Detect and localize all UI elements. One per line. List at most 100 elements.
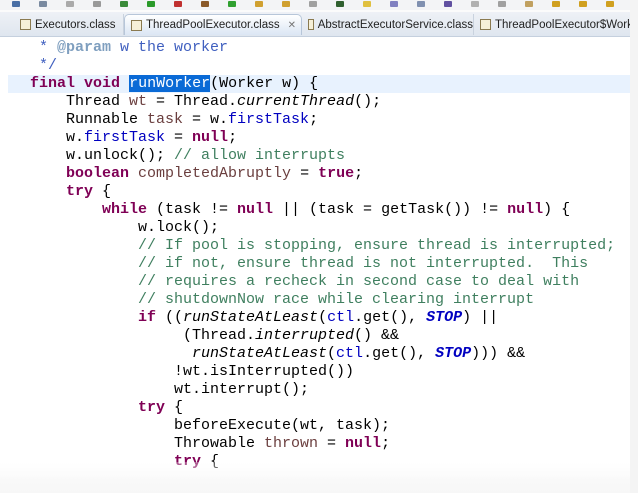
toolbar-button[interactable] xyxy=(417,1,425,7)
code-token: firstTask xyxy=(84,129,166,146)
toolbar-button[interactable] xyxy=(471,1,479,7)
code-line[interactable]: boolean completedAbruptly = true; xyxy=(66,165,363,183)
code-token: w.unlock(); xyxy=(66,147,175,164)
toolbar-button[interactable] xyxy=(552,1,560,7)
code-token: STOP xyxy=(435,345,472,362)
code-line[interactable]: * @param w the worker xyxy=(30,39,228,57)
code-token: // requires a recheck in second case to … xyxy=(138,273,580,290)
editor-tab-bar: Executors.class ThreadPoolExecutor.class ✕… xyxy=(0,12,634,37)
code-token: // shutdownNow race while clearing inter… xyxy=(138,291,535,308)
toolbar-button[interactable] xyxy=(12,1,20,7)
toolbar-button[interactable] xyxy=(579,1,587,7)
toolbar-button[interactable] xyxy=(309,1,317,7)
code-token: = xyxy=(291,165,319,182)
code-line[interactable]: try { xyxy=(138,399,183,417)
code-line[interactable]: beforeExecute(wt, task); xyxy=(174,417,390,435)
code-token: completedAbruptly xyxy=(138,165,292,182)
toolbar-button[interactable] xyxy=(390,1,398,7)
toolbar-button[interactable] xyxy=(363,1,371,7)
code-token: */ xyxy=(30,57,58,74)
code-token: { xyxy=(165,399,184,416)
code-line[interactable]: (Thread.interrupted() && xyxy=(183,327,399,345)
code-token: ; xyxy=(354,165,364,182)
code-line[interactable]: runStateAtLeast(ctl.get(), STOP))) && xyxy=(192,345,525,363)
code-token: Thread xyxy=(66,93,130,110)
code-token: true xyxy=(318,165,355,182)
code-token: Throwable xyxy=(174,435,265,452)
code-line[interactable]: !wt.isInterrupted()) xyxy=(174,363,354,381)
tab-label: ThreadPoolExecutor$Work xyxy=(495,18,633,31)
code-token: ctl xyxy=(327,309,355,326)
toolbar-button[interactable] xyxy=(228,1,236,7)
code-token: (Worker w) { xyxy=(210,75,319,92)
code-token: .get(), xyxy=(354,309,427,326)
toolbar-button[interactable] xyxy=(39,1,47,7)
code-line[interactable]: */ xyxy=(30,57,57,75)
code-token: () && xyxy=(354,327,400,344)
tab-1[interactable]: ThreadPoolExecutor.class ✕ xyxy=(124,14,302,35)
code-token: ) || xyxy=(462,309,499,326)
toolbar-button[interactable] xyxy=(606,1,614,7)
toolbar-button[interactable] xyxy=(444,1,452,7)
code-token: void xyxy=(84,75,121,92)
code-token: if xyxy=(138,309,157,326)
code-line[interactable]: if ((runStateAtLeast(ctl.get(), STOP) || xyxy=(138,309,498,327)
code-token: try xyxy=(138,399,166,416)
code-line[interactable]: final void runWorker(Worker w) { xyxy=(30,75,318,93)
code-editor[interactable]: * @param w the worker */final void runWo… xyxy=(0,37,630,477)
code-token: (task != xyxy=(147,201,238,218)
code-token: wt xyxy=(129,93,148,110)
toolbar-button[interactable] xyxy=(174,1,182,7)
toolbar-button[interactable] xyxy=(255,1,263,7)
tab-3[interactable]: ThreadPoolExecutor$Work xyxy=(474,14,634,35)
code-line[interactable]: // shutdownNow race while clearing inter… xyxy=(138,291,534,309)
code-token: || (task = getTask()) != xyxy=(273,201,508,218)
code-token: w.lock(); xyxy=(138,219,220,236)
code-line[interactable]: Runnable task = w.firstTask; xyxy=(66,111,318,129)
code-token: beforeExecute(wt, task); xyxy=(174,417,391,434)
code-line[interactable]: try { xyxy=(66,183,111,201)
code-line[interactable]: // if not, ensure thread is not interrup… xyxy=(138,255,588,273)
code-line[interactable]: // If pool is stopping, ensure thread is… xyxy=(138,237,615,255)
code-token: null xyxy=(507,201,544,218)
toolbar-button[interactable] xyxy=(93,1,101,7)
code-token: ; xyxy=(309,111,319,128)
code-token: .get(), xyxy=(363,345,436,362)
code-line[interactable]: while (task != null || (task = getTask()… xyxy=(102,201,570,219)
code-token: firstTask xyxy=(228,111,310,128)
toolbar-button[interactable] xyxy=(525,1,533,7)
code-line[interactable]: w.unlock(); // allow interrupts xyxy=(66,147,345,165)
toolbar-button[interactable] xyxy=(120,1,128,7)
toolbar-button[interactable] xyxy=(66,1,74,7)
code-line[interactable]: wt.interrupt(); xyxy=(174,381,309,399)
code-token: (); xyxy=(354,93,382,110)
class-file-icon xyxy=(480,19,491,30)
code-token: = xyxy=(318,435,346,452)
tab-0[interactable]: Executors.class xyxy=(14,14,124,35)
code-token: // allow interrupts xyxy=(174,147,346,164)
toolbar-button[interactable] xyxy=(201,1,209,7)
close-tab-icon[interactable]: ✕ xyxy=(288,20,296,31)
code-token: (Thread. xyxy=(183,327,256,344)
class-file-icon xyxy=(20,19,31,30)
code-line[interactable]: // requires a recheck in second case to … xyxy=(138,273,579,291)
code-token: = xyxy=(165,129,193,146)
code-line[interactable]: w.lock(); xyxy=(138,219,219,237)
code-token: currentThread xyxy=(237,93,355,110)
code-token: ( xyxy=(318,309,328,326)
code-token: { xyxy=(93,183,112,200)
toolbar-button[interactable] xyxy=(147,1,155,7)
tab-2[interactable]: AbstractExecutorService.class xyxy=(302,14,474,35)
window-edge xyxy=(630,0,638,493)
code-line[interactable]: Thread wt = Thread.currentThread(); xyxy=(66,93,381,111)
toolbar-button[interactable] xyxy=(282,1,290,7)
code-line[interactable]: w.firstTask = null; xyxy=(66,129,237,147)
code-line[interactable]: Throwable thrown = null; xyxy=(174,435,390,453)
toolbar-button[interactable] xyxy=(498,1,506,7)
code-token: null xyxy=(237,201,274,218)
selected-text: runWorker xyxy=(129,75,211,92)
code-token: // if not, ensure thread is not interrup… xyxy=(138,255,589,272)
bottom-fade xyxy=(0,462,638,493)
tab-label: AbstractExecutorService.class xyxy=(317,18,473,31)
toolbar-button[interactable] xyxy=(336,1,344,7)
